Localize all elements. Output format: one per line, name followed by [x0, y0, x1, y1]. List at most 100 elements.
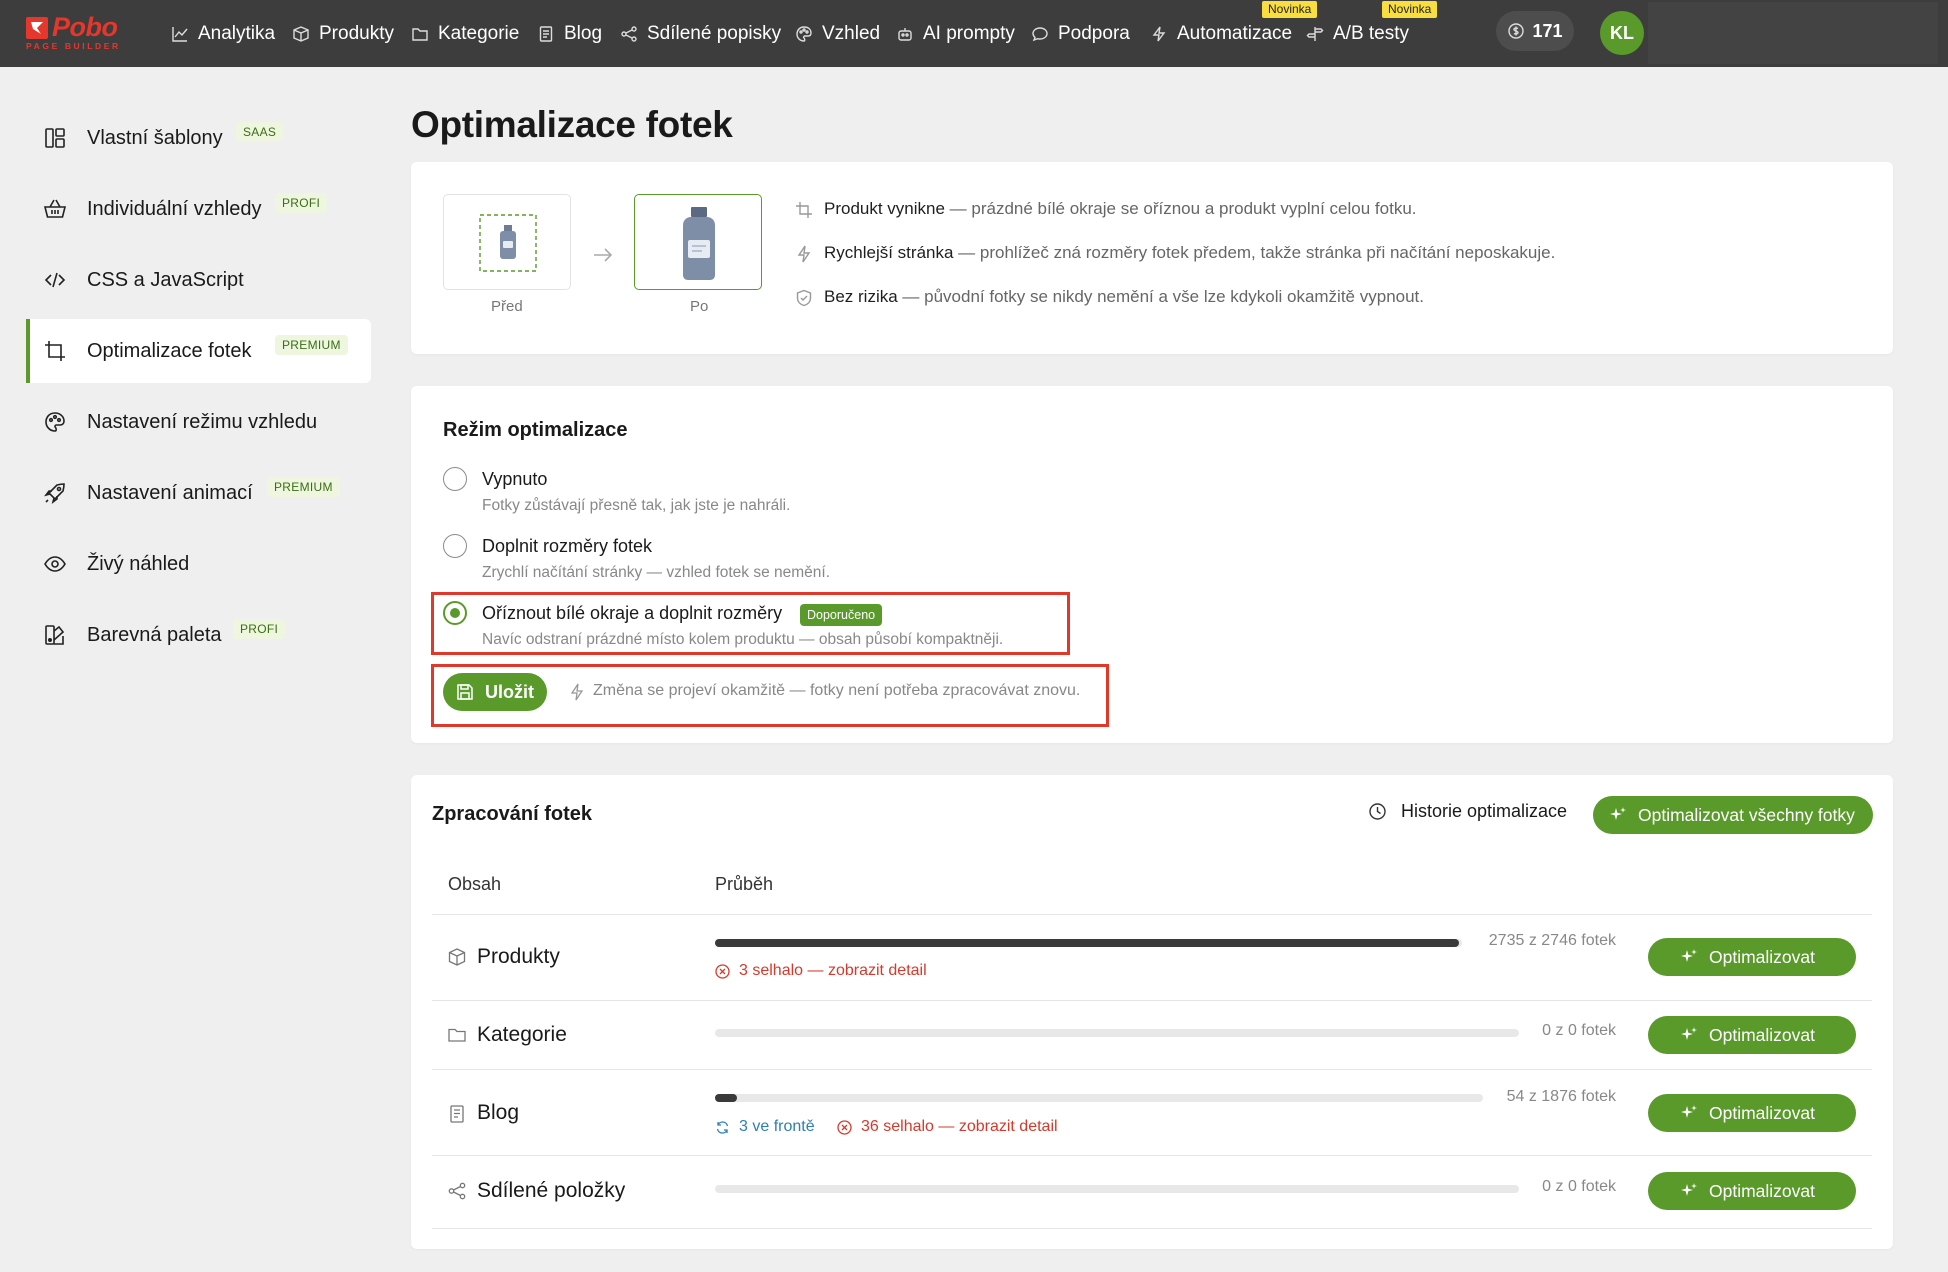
layout-icon: [43, 126, 67, 150]
optimize-button-label: Optimalizovat: [1709, 1024, 1816, 1045]
progress-count: 2735 z 2746 fotek: [1488, 932, 1616, 949]
progress-bar-fill: [715, 1094, 737, 1102]
nav-produkty[interactable]: Produkty: [292, 0, 394, 67]
nav-sdilene-popisky-label: Sdílené popisky: [647, 22, 782, 44]
table-divider: [432, 1155, 1872, 1156]
nav-ai-prompty[interactable]: AI prompty: [896, 0, 1015, 67]
nav-podpora[interactable]: Podpora: [1031, 0, 1130, 67]
swatch-icon: [43, 623, 67, 647]
optimize-button-label: Optimalizovat: [1709, 1180, 1816, 1201]
palette-icon: [795, 25, 813, 43]
nav-sdilene-popisky[interactable]: Sdílené popisky: [620, 0, 781, 67]
nav-ai-prompty-label: AI prompty: [923, 22, 1015, 44]
nav-vzhled[interactable]: Vzhled: [795, 0, 880, 67]
box-icon: [447, 947, 467, 967]
folder-icon: [447, 1025, 467, 1045]
benefit-text: — prázdné bílé okraje se oříznou a produ…: [944, 199, 1417, 218]
failed-detail-link[interactable]: 36 selhalo — zobrazit detail: [837, 1118, 1058, 1136]
option-doplnit-desc: Zrychlí načítání stránky — vzhled fotek …: [482, 564, 831, 581]
crop-icon: [795, 201, 813, 219]
credits-counter[interactable]: 171: [1496, 11, 1574, 51]
radio-vypnuto[interactable]: [443, 467, 467, 491]
nav-produkty-label: Produkty: [319, 22, 394, 44]
palette-icon: [43, 410, 67, 434]
sidebar-item-barevna-paleta[interactable]: Barevná paleta PROFI: [26, 603, 371, 667]
lightning-icon: [1150, 25, 1168, 43]
row-name: Blog: [477, 1101, 520, 1124]
processing-section-title: Zpracování fotek: [432, 803, 593, 825]
failed-detail-text: 36 selhalo — zobrazit detail: [861, 1118, 1058, 1135]
progress-bar: [715, 1185, 1519, 1193]
nav-ab-testy-label: A/B testy: [1333, 22, 1410, 44]
option-doplnit-label[interactable]: Doplnit rozměry fotek: [482, 536, 652, 557]
radio-oriznout-okraje[interactable]: [443, 601, 467, 625]
optimize-sdilene-button[interactable]: Optimalizovat: [1648, 1172, 1856, 1210]
pobo-logo[interactable]: Pobo PAGE BUILDER: [26, 12, 146, 54]
queue-status-text: 3 ve frontě: [739, 1118, 815, 1135]
sidebar-item-label: Vlastní šablony: [87, 127, 223, 149]
benefit-title: Bez rizika: [824, 287, 898, 306]
sidebar-item-individualni-vzhledy[interactable]: Individuální vzhledy PROFI: [26, 177, 371, 241]
top-navigation-bar: Pobo PAGE BUILDER Analytika Produkty Kat…: [0, 0, 1948, 67]
optimize-kategorie-button[interactable]: Optimalizovat: [1648, 1016, 1856, 1054]
save-button-label: Uložit: [485, 681, 534, 702]
chat-icon: [1031, 25, 1049, 43]
nav-blog[interactable]: Blog: [537, 0, 602, 67]
optimize-button-label: Optimalizovat: [1709, 946, 1816, 967]
sidebar-item-optimalizace-fotek[interactable]: Optimalizace fotek PREMIUM: [26, 319, 371, 383]
sparkles-icon: [1680, 1104, 1698, 1122]
error-circle-icon: [837, 1119, 852, 1135]
document-icon: [537, 25, 555, 43]
sidebar-item-css-javascript[interactable]: CSS a JavaScript: [26, 248, 371, 312]
share-icon: [620, 25, 638, 43]
progress-count: 0 z 0 fotek: [1542, 1178, 1616, 1195]
refresh-icon: [715, 1120, 730, 1135]
user-avatar[interactable]: KL: [1600, 11, 1644, 55]
sidebar-item-rezim-vzhledu[interactable]: Nastavení režimu vzhledu: [26, 390, 371, 454]
topbar-extension-area: [1648, 2, 1938, 64]
shield-check-icon: [795, 289, 813, 307]
progress-bar-fill: [715, 939, 1459, 947]
sidebar-item-vlastni-sablony[interactable]: Vlastní šablony SAAS: [26, 106, 371, 170]
signpost-icon: [1306, 25, 1324, 43]
nav-kategorie[interactable]: Kategorie: [411, 0, 519, 67]
nav-analytika-label: Analytika: [198, 22, 276, 44]
crop-icon: [43, 339, 67, 363]
nav-analytika[interactable]: Analytika: [171, 0, 275, 67]
column-header-obsah: Obsah: [448, 874, 502, 894]
chart-line-icon: [171, 25, 189, 43]
sidebar-item-label: Optimalizace fotek: [87, 340, 252, 362]
mode-section-title: Režim optimalizace: [443, 419, 628, 441]
nav-automatizace-label: Automatizace: [1177, 22, 1293, 44]
nav-blog-label: Blog: [564, 22, 603, 44]
novinka-badge-ab-testy: Novinka: [1382, 1, 1438, 18]
row-name: Sdílené položky: [477, 1179, 626, 1202]
optimize-all-button[interactable]: Optimalizovat všechny fotky: [1593, 796, 1873, 834]
history-link[interactable]: Historie optimalizace: [1368, 801, 1567, 822]
radio-doplnit-rozmery[interactable]: [443, 534, 467, 558]
document-icon: [447, 1104, 467, 1124]
sparkles-icon: [1680, 1182, 1698, 1200]
bottle-before-icon: [479, 214, 537, 272]
optimize-blog-button[interactable]: Optimalizovat: [1648, 1094, 1856, 1132]
nav-vzhled-label: Vzhled: [822, 22, 881, 44]
sidebar-item-label: Nastavení režimu vzhledu: [87, 411, 318, 433]
option-vypnuto-label[interactable]: Vypnuto: [482, 469, 547, 490]
row-name: Kategorie: [477, 1023, 567, 1046]
failed-detail-text: 3 selhalo — zobrazit detail: [739, 962, 927, 979]
recommended-badge: Doporučeno: [800, 604, 883, 626]
lightning-hint-icon: [570, 683, 584, 701]
benefit-title: Produkt vynikne: [824, 199, 945, 218]
row-name: Produkty: [477, 945, 560, 968]
optimize-produkty-button[interactable]: Optimalizovat: [1648, 938, 1856, 976]
option-oriznout-label[interactable]: Oříznout bílé okraje a doplnit rozměry: [482, 603, 782, 624]
sparkles-icon: [1609, 806, 1627, 824]
benefit-title: Rychlejší stránka: [824, 243, 954, 262]
failed-detail-link[interactable]: 3 selhalo — zobrazit detail: [715, 962, 927, 980]
save-button[interactable]: Uložit: [443, 673, 547, 711]
rocket-icon: [43, 481, 67, 505]
sidebar-item-zivy-nahled[interactable]: Živý náhled: [26, 532, 371, 596]
sidebar-item-nastaveni-animaci[interactable]: Nastavení animací PREMIUM: [26, 461, 371, 525]
bottle-after-icon: [683, 207, 715, 280]
box-icon: [292, 25, 310, 43]
